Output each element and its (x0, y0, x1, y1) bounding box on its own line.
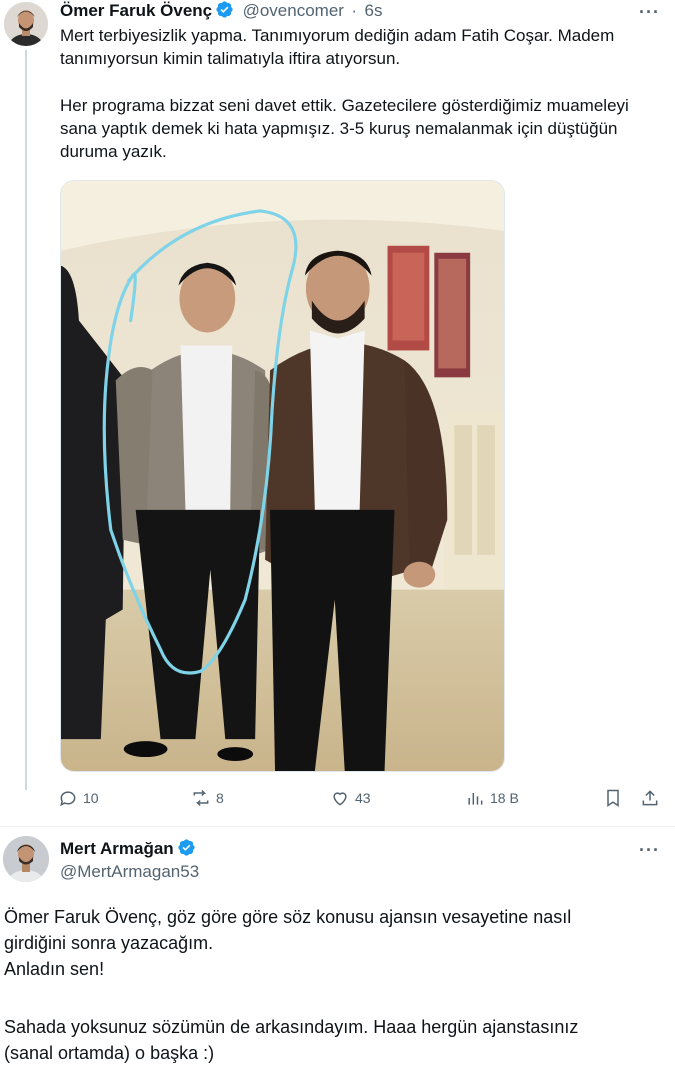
tweet-2-text-p1: Ömer Faruk Övenç, göz göre göre söz konu… (4, 907, 572, 979)
more-icon[interactable]: ··· (639, 2, 660, 23)
tweet-timestamp[interactable]: 6s (365, 1, 383, 20)
author-handle-2[interactable]: @MertArmagan53 (60, 862, 199, 882)
reply-count: 10 (83, 790, 99, 806)
tweet-divider (0, 826, 675, 827)
tweet-1-header: Ömer Faruk Övenç @ovencomer · 6s (60, 0, 382, 24)
tweet-1-text-p1: Mert terbiyesizlik yapma. Tanımıyorum de… (60, 26, 615, 68)
author-name-2[interactable]: Mert Armağan (60, 839, 174, 858)
repost-button[interactable]: 8 (191, 788, 224, 808)
like-icon (333, 792, 347, 806)
verified-badge-icon (178, 839, 195, 856)
bookmark-button[interactable] (603, 788, 623, 808)
tweet-1-actions: 10 8 43 18 B (58, 786, 663, 814)
repost-count: 8 (216, 790, 224, 806)
reply-icon (60, 791, 76, 807)
tweet-photo[interactable] (60, 180, 505, 772)
share-button[interactable] (640, 788, 660, 808)
views-button[interactable]: 18 B (465, 788, 519, 808)
thread-connector (25, 50, 27, 790)
author-name[interactable]: Ömer Faruk Övenç (60, 1, 212, 20)
tweet-2-text-p2: Sahada yoksunuz sözümün de arkasındayım.… (4, 1017, 579, 1063)
views-icon (468, 793, 483, 805)
tweet-2-header: Mert Armağan (60, 838, 196, 859)
separator-dot: · (351, 1, 358, 20)
bookmark-icon (607, 789, 619, 807)
share-icon (642, 790, 658, 806)
repost-icon (193, 789, 209, 807)
avatar-omer[interactable] (4, 2, 48, 46)
author-handle[interactable]: @ovencomer (243, 1, 344, 20)
tweet-1-text-p2: Her programa bizzat seni davet ettik. Ga… (60, 96, 629, 161)
avatar-mert[interactable] (3, 836, 49, 882)
like-count: 43 (355, 790, 371, 806)
like-button[interactable]: 43 (330, 788, 371, 808)
verified-badge-icon (216, 1, 233, 18)
reply-button[interactable]: 10 (58, 788, 99, 808)
views-count: 18 B (490, 790, 519, 806)
more-icon[interactable]: ··· (639, 840, 660, 861)
